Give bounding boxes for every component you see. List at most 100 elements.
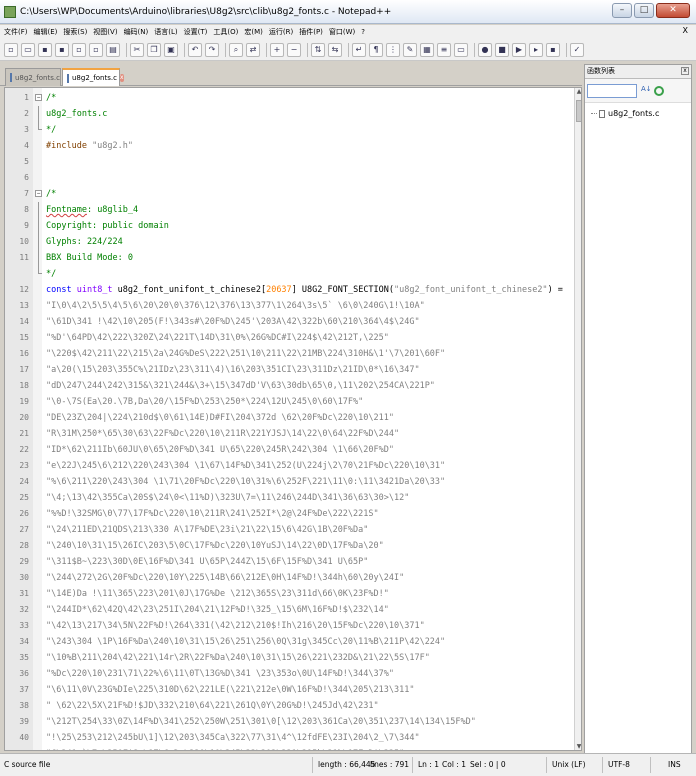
code-line[interactable]: 17 "a\20(\15\203\355C%\21IDz\23\311\4)\1…: [5, 362, 574, 378]
menu-close-doc-button[interactable]: X: [683, 26, 688, 35]
code-line[interactable]: 1−/*: [5, 90, 574, 106]
code-line[interactable]: 27 "\24\211ED\21QDS\213\330 A\17F%DE\23i…: [5, 522, 574, 538]
word-wrap-icon[interactable]: ↵: [352, 42, 366, 57]
menu-run[interactable]: 运行(R): [269, 27, 293, 37]
cut-icon[interactable]: ✂: [130, 42, 144, 57]
code-line[interactable]: 39 "\212T\254\33\0Z\14F%D\341\252\250W\2…: [5, 714, 574, 730]
code-line[interactable]: 41 "C\341 `\7c\250F!Sa\17\6%Dc\220\10\24…: [5, 746, 574, 750]
code-line[interactable]: 12 const uint8_t u8g2_font_unifont_t_chin…: [5, 282, 574, 298]
code-line[interactable]: 30 "\244\272\2G\20F%Dc\220\10Y\225\14B\6…: [5, 570, 574, 586]
code-line[interactable]: 24 "%\6\211\220\243\304 \1\71\20F%Dc\220…: [5, 474, 574, 490]
code-line[interactable]: 20 "DE\23Z\204|\224\210d$\0\61\14E)D#FI\…: [5, 410, 574, 426]
scroll-down-icon[interactable]: ▼: [575, 743, 581, 750]
code-line[interactable]: 16 "\220$\42\211\22\215\2a\24G%DeS\222\2…: [5, 346, 574, 362]
indent-guide-icon[interactable]: ⋮: [386, 42, 400, 57]
save-all-icon[interactable]: ▪: [55, 42, 69, 57]
code-line[interactable]: 19 "\0-\7S(Ea\20.\7B,Da\20/\15F%D\253\25…: [5, 394, 574, 410]
menu-macro[interactable]: 宏(M): [244, 27, 263, 37]
minimize-button[interactable]: –: [612, 3, 632, 18]
code-line[interactable]: 22 "ID*\62\211Ib\60JU\0\65\20F%D\341 U\6…: [5, 442, 574, 458]
fold-toggle-icon[interactable]: −: [35, 190, 42, 197]
close-file-icon[interactable]: ▫: [72, 42, 86, 57]
code-line[interactable]: 18 "dD\247\244\242\315&\321\244&\3+\15\3…: [5, 378, 574, 394]
code-line[interactable]: 23 "e\22J\245\6\212\220\243\304 \1\67\14…: [5, 458, 574, 474]
code-line[interactable]: 10 Glyphs: 224/224: [5, 234, 574, 250]
code-line[interactable]: 11 BBX Build Mode: 0: [5, 250, 574, 266]
show-all-chars-icon[interactable]: ¶: [369, 42, 383, 57]
code-line[interactable]: 7−/*: [5, 186, 574, 202]
code-line[interactable]: 3 */: [5, 122, 574, 138]
scroll-up-icon[interactable]: ▲: [575, 88, 581, 97]
doc-map-icon[interactable]: ▦: [420, 42, 434, 57]
new-file-icon[interactable]: ▫: [4, 42, 18, 57]
code-line[interactable]: 8 Fontname: u8glib_4: [5, 202, 574, 218]
close-button[interactable]: ✕: [656, 3, 690, 18]
function-list-icon[interactable]: ≡: [437, 42, 451, 57]
code-line[interactable]: 5: [5, 154, 574, 170]
code-line[interactable]: 40 "!\25\253\212\245bU\1]\12\203\345Ca\3…: [5, 730, 574, 746]
code-line[interactable]: 31 "\14E)Da !\11\365\223\201\0J\17G%De \…: [5, 586, 574, 602]
code-line[interactable]: 2 u8g2_fonts.c: [5, 106, 574, 122]
macro-stop-icon[interactable]: ■: [495, 42, 509, 57]
replace-icon[interactable]: ⇄: [246, 42, 260, 57]
menu-file[interactable]: 文件(F): [4, 27, 28, 37]
code-line[interactable]: 35 "\10%B\211\204\42\221\14r\2R\22F%Da\2…: [5, 650, 574, 666]
menu-view[interactable]: 视图(V): [93, 27, 117, 37]
menu-language[interactable]: 语言(L): [154, 27, 177, 37]
macro-record-icon[interactable]: ●: [478, 42, 492, 57]
function-search-input[interactable]: [587, 83, 637, 98]
code-editor[interactable]: 1−/* 2 u8g2_fonts.c 3 */4 #include "u8g2.h" 5…: [4, 87, 582, 751]
sync-horizontal-icon[interactable]: ⇆: [328, 42, 342, 57]
code-line[interactable]: 36 "%Dc\220\10\231\71\22%\6\11\0T\13G%D\…: [5, 666, 574, 682]
maximize-button[interactable]: □: [634, 3, 654, 18]
save-icon[interactable]: ▪: [38, 42, 52, 57]
sync-vertical-icon[interactable]: ⇅: [311, 42, 325, 57]
paste-icon[interactable]: ▣: [164, 42, 178, 57]
code-line[interactable]: 25 "\4;\13\42\355Ca\20S$\24\0<\11%D)\323…: [5, 490, 574, 506]
print-icon[interactable]: ▤: [106, 42, 120, 57]
copy-icon[interactable]: ❐: [147, 42, 161, 57]
macro-play-icon[interactable]: ▶: [512, 42, 526, 57]
macro-play-multiple-icon[interactable]: ▸: [529, 42, 543, 57]
menu-settings[interactable]: 设置(T): [184, 27, 208, 37]
vertical-scrollbar[interactable]: ▲ ▼: [574, 88, 581, 750]
udl-icon[interactable]: ✎: [403, 42, 417, 57]
folder-workspace-icon[interactable]: ▭: [454, 42, 468, 57]
function-tree-item[interactable]: u8g2_fonts.c: [585, 103, 691, 118]
fold-toggle-icon[interactable]: −: [35, 94, 42, 101]
code-line[interactable]: 37 "\6\11\0V\23G%DIe\225\310D\62\221LE(\…: [5, 682, 574, 698]
code-line[interactable]: 26 "%%D!\32SMG\0\77\17F%Dc\220\10\211R\2…: [5, 506, 574, 522]
undo-icon[interactable]: ↶: [188, 42, 202, 57]
panel-close-icon[interactable]: x: [681, 67, 689, 75]
code-line[interactable]: 15 "%D'\64PD\42\222\320Z\24\221T\14D\31\…: [5, 330, 574, 346]
code-line[interactable]: 28 "\240\10\31\15\26IC\203\5\0C\17F%Dc\2…: [5, 538, 574, 554]
code-line[interactable]: 13 "I\0\4\2\5\5\4\5\6\20\20\0\376\12\376…: [5, 298, 574, 314]
menu-plugins[interactable]: 插件(P): [299, 27, 323, 37]
zoom-out-icon[interactable]: −: [287, 42, 301, 57]
reload-icon[interactable]: [654, 85, 664, 96]
code-line[interactable]: */: [5, 266, 574, 282]
code-line[interactable]: 14 "\61D\341 !\42\10\205(F!\343s#\20F%D\…: [5, 314, 574, 330]
redo-icon[interactable]: ↷: [205, 42, 219, 57]
code-line[interactable]: 32 "\244ID*\62\42Q\42\23\251I\204\21\12F…: [5, 602, 574, 618]
macro-save-icon[interactable]: ▪: [546, 42, 560, 57]
tab-u8g2-fonts-2[interactable]: u8g2_fonts.c x: [62, 68, 124, 86]
find-icon[interactable]: ⌕: [229, 42, 243, 57]
zoom-in-icon[interactable]: +: [270, 42, 284, 57]
open-file-icon[interactable]: ▭: [21, 42, 35, 57]
scrollbar-thumb[interactable]: [576, 100, 581, 122]
menu-search[interactable]: 搜索(S): [63, 27, 87, 37]
close-all-icon[interactable]: ▫: [89, 42, 103, 57]
code-line[interactable]: 33 "\42\13\217\34\5N\22F%D!\264\331(\42\…: [5, 618, 574, 634]
code-line[interactable]: 21 "R\31M\250*\65\30\63\22F%Dc\220\10\21…: [5, 426, 574, 442]
spell-check-icon[interactable]: ✓: [570, 42, 584, 57]
tab-u8g2-fonts-1[interactable]: u8g2_fonts.c: [5, 68, 61, 86]
code-line[interactable]: 6: [5, 170, 574, 186]
code-line[interactable]: 29 "\311$B~\223\30D\0E\16F%D\341 U\65P\2…: [5, 554, 574, 570]
menu-encoding[interactable]: 编码(N): [124, 27, 149, 37]
code-line[interactable]: 9 Copyright: public domain: [5, 218, 574, 234]
code-line[interactable]: 38 " \62\22\5X\21F%D!$JD\332\210\64\221\…: [5, 698, 574, 714]
menu-window[interactable]: 窗口(W): [329, 27, 355, 37]
menu-tools[interactable]: 工具(O): [213, 27, 238, 37]
code-line[interactable]: 4 #include "u8g2.h": [5, 138, 574, 154]
